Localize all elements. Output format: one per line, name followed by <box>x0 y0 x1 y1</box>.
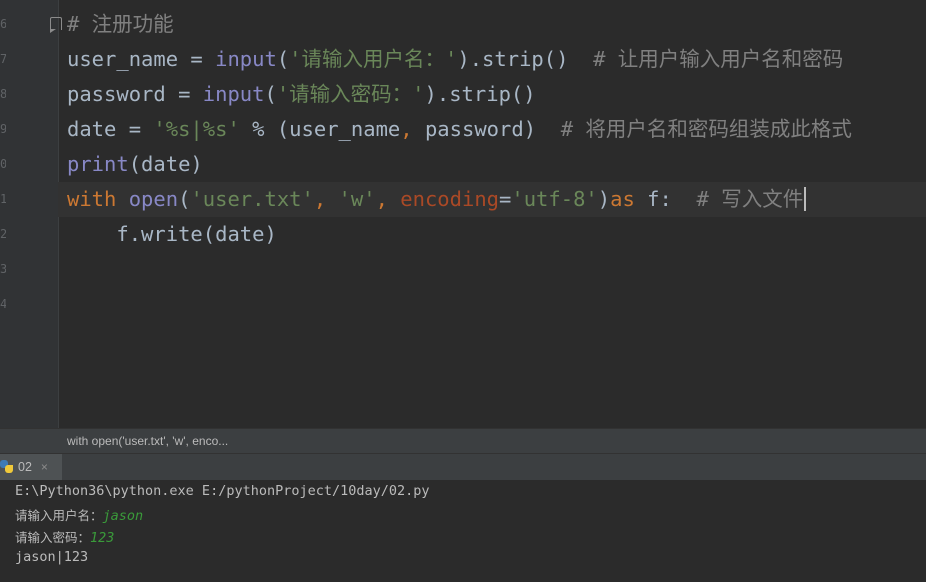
run-console[interactable]: E:\Python36\python.exe E:/pythonProject/… <box>0 480 926 582</box>
code-token: f: <box>647 187 697 211</box>
code-token: password = <box>67 82 203 106</box>
code-token: (date) <box>128 152 203 176</box>
code-token: ( <box>264 82 277 106</box>
run-tab-label: 02 <box>18 460 32 474</box>
code-token: # 将用户名和密码组装成此格式 <box>560 117 852 141</box>
code-token: with <box>67 187 129 211</box>
code-line[interactable]: # 注册功能 <box>67 7 926 42</box>
code-token: input <box>215 47 277 71</box>
code-token: # 写入文件 <box>696 187 804 211</box>
code-token: '请输入用户名：' <box>289 47 458 71</box>
code-token: ).strip() <box>457 47 594 71</box>
code-line[interactable]: date = '%s|%s' % (user_name, password) #… <box>67 112 926 147</box>
console-line: 请输入密码：123 <box>15 527 114 546</box>
code-token: f.write(date) <box>67 222 277 246</box>
text-caret <box>804 187 807 211</box>
console-line: 请输入用户名：jason <box>15 505 143 524</box>
close-icon[interactable]: × <box>41 460 48 474</box>
code-token: print <box>67 152 129 176</box>
console-command-line: E:\Python36\python.exe E:/pythonProject/… <box>15 483 430 499</box>
code-token: # 让用户输入用户名和密码 <box>593 47 844 71</box>
console-user-input: 123 <box>90 530 115 546</box>
line-number-gutter: 6 7 8 9 0 1 2 3 4 <box>0 0 62 428</box>
python-icon <box>0 460 14 474</box>
console-user-input: jason <box>102 508 144 524</box>
code-token: 'utf-8' <box>511 187 598 211</box>
console-prompt: 请输入密码： <box>15 530 91 545</box>
code-token: input <box>202 82 265 106</box>
console-output: jason|123 <box>15 549 89 565</box>
run-tool-window-header: 02 × <box>0 453 926 482</box>
code-token: encoding <box>400 187 500 211</box>
code-line[interactable]: f.write(date) <box>67 217 926 252</box>
run-tab[interactable]: 02 × <box>0 454 62 482</box>
fold-marker-icon[interactable] <box>50 17 62 33</box>
breadcrumb-text[interactable]: with open('user.txt', 'w', enco... <box>67 434 228 448</box>
code-token: user_name = <box>67 47 216 71</box>
code-token: 'user.txt' <box>190 187 314 211</box>
console-prompt: 请输入用户名： <box>15 508 103 523</box>
code-line[interactable]: with open('user.txt', 'w', encoding='utf… <box>58 182 926 217</box>
line-number: 0 <box>0 157 6 171</box>
code-token: password) <box>424 117 561 141</box>
line-number: 4 <box>0 297 6 311</box>
line-number: 6 <box>0 17 6 31</box>
line-number: 7 <box>0 52 6 66</box>
code-token: as <box>610 187 648 211</box>
code-token: ( <box>276 47 290 71</box>
code-token: , <box>400 117 425 141</box>
code-token: ).strip() <box>424 82 536 106</box>
code-token: open <box>128 187 179 211</box>
code-token: date = <box>67 117 154 141</box>
code-token: '请输入密码：' <box>276 82 425 106</box>
line-number: 2 <box>0 227 6 241</box>
breadcrumb[interactable]: with open('user.txt', 'w', enco... <box>0 428 926 454</box>
code-token: = <box>499 187 512 211</box>
line-number: 3 <box>0 262 6 276</box>
line-number: 8 <box>0 87 6 101</box>
code-token: % (user_name <box>239 117 401 141</box>
code-token: '%s|%s' <box>153 117 240 141</box>
line-number: 9 <box>0 122 6 136</box>
code-token: , <box>313 187 339 211</box>
code-line[interactable]: user_name = input('请输入用户名：').strip() # 让… <box>67 42 926 77</box>
code-token: ( <box>178 187 191 211</box>
code-token: # 注册功能 <box>67 12 174 36</box>
code-token: 'w' <box>338 187 376 211</box>
line-number: 1 <box>0 192 6 206</box>
code-line[interactable]: print(date) <box>67 147 926 182</box>
code-token: ) <box>597 187 611 211</box>
code-editor[interactable]: # 注册功能 user_name = input('请输入用户名：').strip… <box>58 7 926 252</box>
code-token: , <box>375 187 401 211</box>
code-line[interactable]: password = input('请输入密码：').strip() <box>67 77 926 112</box>
